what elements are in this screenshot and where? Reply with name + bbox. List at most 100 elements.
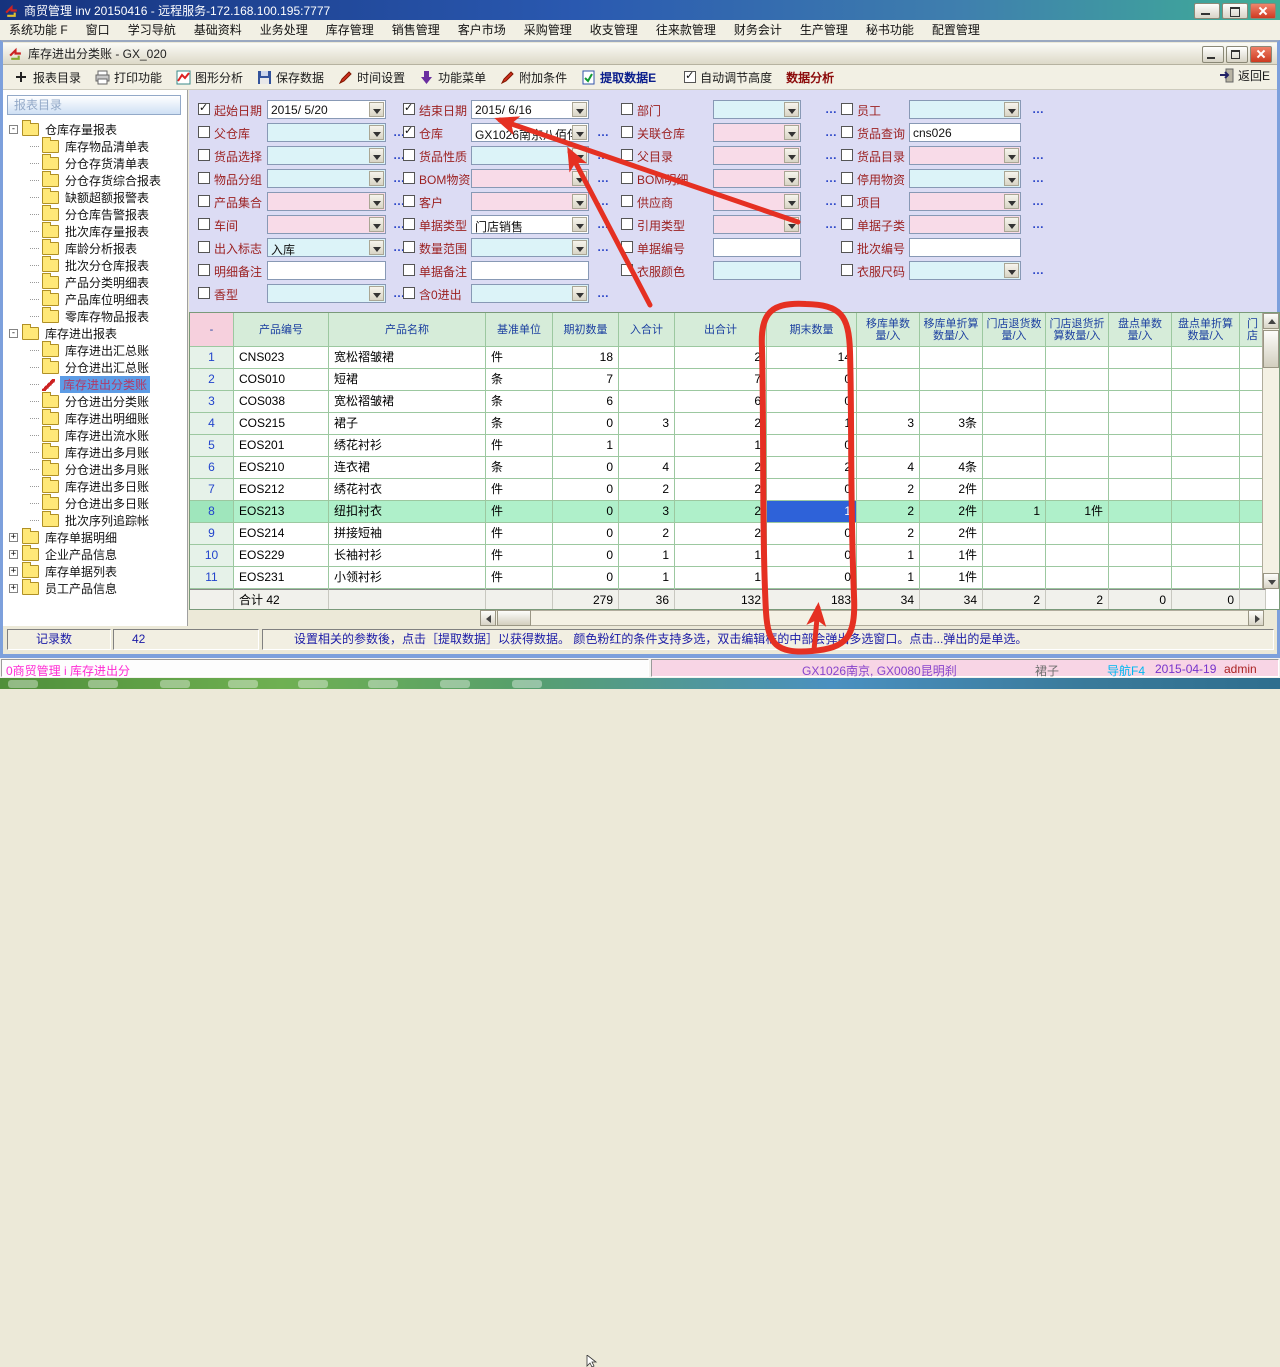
table-cell[interactable]: 2 xyxy=(767,457,857,479)
column-header[interactable]: 盘点单数量/入 xyxy=(1109,313,1172,347)
more-options-button[interactable]: … xyxy=(597,240,610,254)
table-cell[interactable]: 0 xyxy=(767,435,857,457)
tree-item[interactable]: 分仓存货综合报表 xyxy=(3,172,161,189)
table-cell[interactable] xyxy=(1109,413,1172,435)
table-cell[interactable]: CNS023 xyxy=(234,347,329,369)
scroll-up-button[interactable] xyxy=(1263,313,1279,329)
column-header[interactable]: - xyxy=(190,313,234,347)
filter-input[interactable] xyxy=(713,238,801,257)
table-cell[interactable]: 1 xyxy=(857,567,920,589)
filter-checkbox[interactable] xyxy=(403,195,415,207)
menu-item[interactable]: 窗口 xyxy=(77,20,119,40)
table-cell[interactable] xyxy=(1046,567,1109,589)
tree-expander-icon[interactable]: + xyxy=(9,584,18,593)
table-cell[interactable]: 7 xyxy=(190,479,234,501)
table-cell[interactable] xyxy=(1046,369,1109,391)
dropdown-arrow-button[interactable] xyxy=(1004,194,1019,209)
table-cell[interactable]: 1件 xyxy=(920,567,983,589)
filter-input[interactable] xyxy=(267,261,386,280)
table-cell[interactable]: 1 xyxy=(675,545,767,567)
mdi-minimize-button[interactable] xyxy=(1202,46,1224,63)
filter-checkbox[interactable] xyxy=(621,241,633,253)
tree-expander-icon[interactable]: - xyxy=(9,125,18,134)
table-cell[interactable] xyxy=(857,369,920,391)
tree-item[interactable]: 库存进出多月账 xyxy=(3,444,149,461)
tree-expander-icon[interactable]: + xyxy=(9,550,18,559)
table-cell[interactable]: 条 xyxy=(486,369,553,391)
table-cell[interactable]: 件 xyxy=(486,501,553,523)
table-cell[interactable] xyxy=(1046,479,1109,501)
table-cell[interactable]: 7 xyxy=(675,369,767,391)
table-cell[interactable]: 件 xyxy=(486,523,553,545)
table-cell[interactable] xyxy=(983,479,1046,501)
tree-item[interactable]: 分仓进出多月账 xyxy=(3,461,149,478)
filter-checkbox[interactable] xyxy=(621,149,633,161)
table-cell[interactable] xyxy=(920,369,983,391)
more-options-button[interactable]: … xyxy=(825,194,838,208)
dropdown-arrow-button[interactable] xyxy=(572,286,587,301)
menu-item[interactable]: 采购管理 xyxy=(515,20,581,40)
tree-section[interactable]: -库存进出报表 xyxy=(3,325,117,342)
filter-dropdown[interactable] xyxy=(713,100,801,119)
more-options-button[interactable]: … xyxy=(597,148,610,162)
filter-dropdown[interactable] xyxy=(909,192,1021,211)
table-cell[interactable]: 绣花衬衣 xyxy=(329,479,486,501)
filter-checkbox[interactable] xyxy=(621,126,633,138)
table-cell[interactable] xyxy=(1109,545,1172,567)
table-cell[interactable] xyxy=(983,457,1046,479)
table-cell[interactable]: 1 xyxy=(767,413,857,435)
filter-dropdown[interactable] xyxy=(471,284,589,303)
table-cell[interactable]: EOS213 xyxy=(234,501,329,523)
table-cell[interactable]: 件 xyxy=(486,479,553,501)
tree-item[interactable]: 零库存物品报表 xyxy=(3,308,149,325)
dropdown-arrow-button[interactable] xyxy=(1004,102,1019,117)
horizontal-scroll-thumb[interactable] xyxy=(497,610,531,626)
column-header[interactable]: 门店退货折算数量/入 xyxy=(1046,313,1109,347)
filter-checkbox[interactable] xyxy=(198,172,210,184)
taskbar-item[interactable] xyxy=(368,680,398,688)
more-options-button[interactable]: … xyxy=(1032,171,1045,185)
more-options-button[interactable]: … xyxy=(597,125,610,139)
filter-dropdown[interactable] xyxy=(471,192,589,211)
dropdown-arrow-button[interactable] xyxy=(572,194,587,209)
table-cell[interactable]: 1 xyxy=(553,435,619,457)
filter-checkbox[interactable] xyxy=(403,149,415,161)
filter-checkbox[interactable] xyxy=(841,195,853,207)
table-cell[interactable] xyxy=(920,347,983,369)
menu-item[interactable]: 配置管理 xyxy=(923,20,989,40)
filter-checkbox[interactable] xyxy=(841,172,853,184)
filter-checkbox[interactable] xyxy=(198,218,210,230)
table-cell[interactable]: 2件 xyxy=(920,501,983,523)
filter-dropdown[interactable] xyxy=(713,146,801,165)
filter-dropdown[interactable] xyxy=(909,100,1021,119)
dropdown-arrow-button[interactable] xyxy=(1004,217,1019,232)
filter-dropdown[interactable] xyxy=(267,123,386,142)
filter-dropdown[interactable] xyxy=(713,215,801,234)
table-cell[interactable] xyxy=(619,435,675,457)
close-button[interactable] xyxy=(1250,3,1276,19)
table-cell[interactable] xyxy=(983,545,1046,567)
filter-dropdown[interactable] xyxy=(909,146,1021,165)
table-cell[interactable]: COS038 xyxy=(234,391,329,413)
tree-item[interactable]: 批次分仓库报表 xyxy=(3,257,149,274)
scroll-right-button[interactable] xyxy=(1248,610,1264,626)
column-header[interactable]: 门店退货数量/入 xyxy=(983,313,1046,347)
filter-dropdown[interactable]: 2015/ 6/16 xyxy=(471,100,589,119)
filter-checkbox[interactable] xyxy=(621,195,633,207)
table-cell[interactable]: 6 xyxy=(553,391,619,413)
table-cell[interactable]: 2 xyxy=(675,479,767,501)
filter-checkbox[interactable] xyxy=(841,241,853,253)
table-cell[interactable]: 2件 xyxy=(920,479,983,501)
function-menu-button[interactable]: 功能菜单 xyxy=(412,66,493,88)
dropdown-arrow-button[interactable] xyxy=(369,148,384,163)
table-cell[interactable] xyxy=(1046,413,1109,435)
filter-checkbox[interactable] xyxy=(403,126,415,138)
horizontal-scrollbar[interactable] xyxy=(480,610,1264,626)
table-cell[interactable] xyxy=(983,391,1046,413)
table-cell[interactable]: 2 xyxy=(857,501,920,523)
table-cell[interactable]: 3 xyxy=(619,501,675,523)
filter-dropdown[interactable] xyxy=(909,215,1021,234)
table-cell[interactable]: 条 xyxy=(486,457,553,479)
tree-item[interactable]: 产品库位明细表 xyxy=(3,291,149,308)
tree-section[interactable]: +库存单据明细 xyxy=(3,529,117,546)
